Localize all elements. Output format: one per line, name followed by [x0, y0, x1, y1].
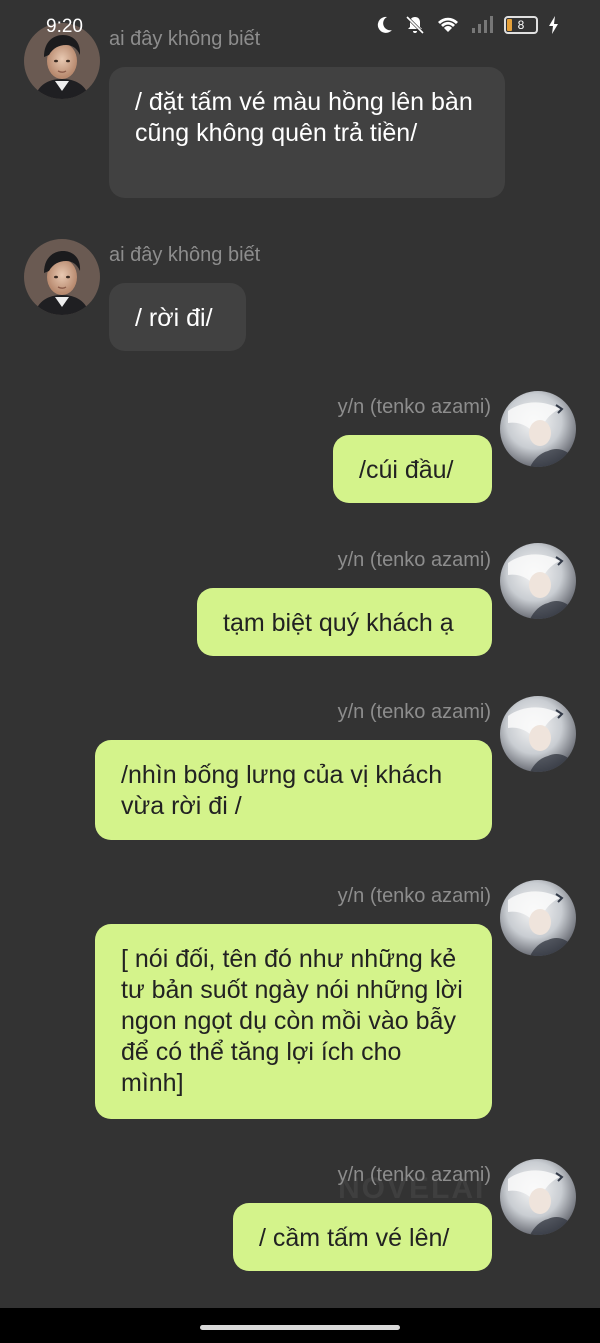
sender-name: y/n (tenko azami) — [337, 1164, 491, 1186]
wifi-icon — [438, 17, 458, 32]
moon-icon — [377, 16, 392, 33]
sender-avatar[interactable] — [24, 239, 100, 315]
user-avatar[interactable] — [500, 696, 576, 772]
home-indicator[interactable] — [200, 1325, 400, 1330]
message-bubble-outgoing[interactable]: [ nói đối, tên đó như những kẻ tư bản su… — [95, 924, 492, 1119]
status-bar: 9:20 8 — [0, 0, 600, 52]
sender-name: ai đây không biết — [109, 244, 261, 266]
message-bubble-outgoing[interactable]: /cúi đầu/ — [333, 435, 492, 503]
user-avatar[interactable] — [500, 1159, 576, 1235]
battery-icon: 8 — [504, 16, 538, 34]
charging-icon — [549, 16, 558, 34]
battery-level: 8 — [517, 18, 525, 32]
message-bubble-outgoing[interactable]: / cầm tấm vé lên/ — [233, 1203, 492, 1271]
message-bubble-incoming[interactable]: / rời đi/ — [109, 283, 246, 351]
sender-name: y/n (tenko azami) — [337, 701, 491, 723]
user-avatar[interactable] — [500, 880, 576, 956]
signal-icon — [472, 16, 493, 33]
message-bubble-outgoing[interactable]: /nhìn bống lưng của vị khách vừa rời đi … — [95, 740, 492, 840]
user-avatar[interactable] — [500, 391, 576, 467]
bell-off-icon — [405, 15, 425, 35]
sender-name: y/n (tenko azami) — [337, 885, 491, 907]
status-icons: 8 — [374, 14, 560, 36]
status-time: 9:20 — [46, 16, 83, 37]
message-bubble-incoming[interactable]: / đặt tấm vé màu hồng lên bàn cũng không… — [109, 67, 505, 198]
sender-name: y/n (tenko azami) — [337, 549, 491, 571]
user-avatar[interactable] — [500, 543, 576, 619]
message-bubble-outgoing[interactable]: tạm biệt quý khách ạ — [197, 588, 492, 656]
sender-name: y/n (tenko azami) — [337, 396, 491, 418]
